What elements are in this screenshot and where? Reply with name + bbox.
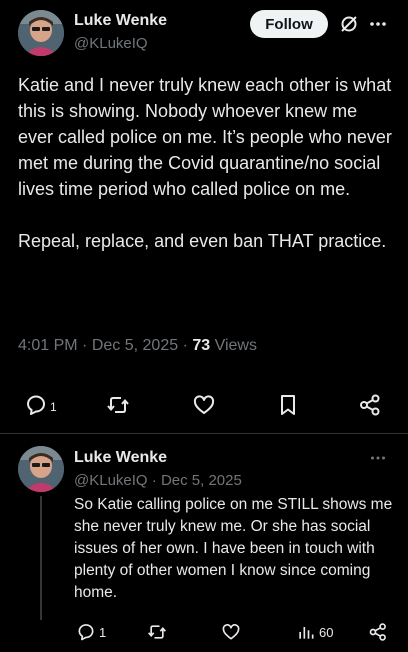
bar-chart-icon [299,627,314,639]
heart-icon [222,624,240,640]
meta-separator: · [182,337,193,354]
author-handle[interactable]: @KLukeIQ [74,472,148,489]
post-date[interactable]: Dec 5, 2025 [92,337,178,354]
follow-button[interactable]: Follow [250,10,328,38]
like-button[interactable] [221,622,241,642]
views-count: 60 [319,624,334,640]
share-button[interactable] [358,393,382,417]
reply-count: 1 [99,624,107,640]
reply-count: 1 [50,400,57,414]
views-count: 73 [192,337,211,354]
share-button[interactable] [368,622,388,642]
divider [0,433,408,434]
bookmark-icon [281,395,295,415]
reply-button[interactable]: 1 [24,393,57,417]
retweet-icon [107,397,129,413]
meta-separator: · [82,337,92,354]
heart-icon [193,395,215,414]
grok-icon[interactable] [338,13,360,35]
retweet-button[interactable] [147,622,167,642]
post-meta: 4:01 PM · Dec 5, 2025 · 73 Views [18,337,257,355]
more-horizontal-icon[interactable] [366,448,390,468]
meta-separator: · [151,472,161,489]
post-date[interactable]: Dec 5, 2025 [161,472,242,489]
reply-bubble-icon [78,624,94,641]
avatar-photo [18,446,64,492]
author-name[interactable]: Luke Wenke [74,12,167,30]
author-name[interactable]: Luke Wenke [74,449,167,467]
avatar[interactable] [18,10,64,56]
share-icon [369,623,386,641]
retweet-button[interactable] [106,393,130,417]
reply-text: So Katie calling police on me STILL show… [74,496,393,601]
reply-button[interactable]: 1 [76,622,106,642]
thread-line [40,496,42,620]
author-handle[interactable]: @KLukeIQ [74,35,148,52]
avatar-photo [18,10,64,56]
reply-bubble-icon [27,395,45,415]
retweet-icon [148,625,166,639]
avatar[interactable] [18,446,64,492]
bookmark-button[interactable] [276,393,300,417]
post-time[interactable]: 4:01 PM [18,337,78,354]
views-button[interactable]: 60 [296,622,333,642]
reply-meta: @KLukeIQ · Dec 5, 2025 [74,472,242,489]
like-button[interactable] [192,393,216,417]
share-icon [360,394,380,416]
more-horizontal-icon[interactable] [366,13,390,35]
post-text: Katie and I never truly knew each other … [18,75,392,251]
views-label: Views [214,337,257,354]
